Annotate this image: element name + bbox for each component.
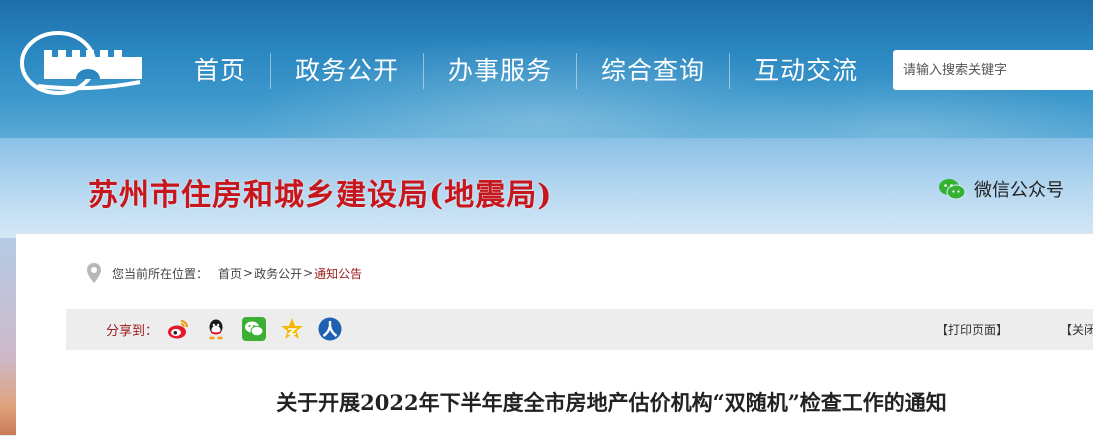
breadcrumb-separator: > <box>303 266 314 280</box>
nav-item-government-affairs[interactable]: 政务公开 <box>270 53 423 89</box>
qq-icon[interactable] <box>204 317 228 341</box>
breadcrumb: 您当前所在位置： 首页 > 政务公开 > 通知公告 <box>86 262 362 284</box>
close-page-link[interactable]: 【关闭 <box>1060 321 1093 338</box>
site-title: 苏州市住房和城乡建设局(地震局) <box>88 178 553 213</box>
share-icons <box>166 317 342 341</box>
nav-item-query[interactable]: 综合查询 <box>576 53 729 89</box>
main-nav: 首页 政务公开 办事服务 综合查询 互动交流 <box>170 50 882 92</box>
print-page-link[interactable]: 【打印页面】 <box>936 321 1008 338</box>
wechat-label: 微信公众号 <box>974 180 1064 201</box>
nav-item-services[interactable]: 办事服务 <box>423 53 576 89</box>
nav-item-home[interactable]: 首页 <box>170 53 270 89</box>
breadcrumb-item-home[interactable]: 首页 <box>218 265 242 282</box>
location-pin-icon <box>87 263 101 283</box>
wechat-icon <box>939 179 966 200</box>
breadcrumb-prefix: 您当前所在位置： <box>112 266 209 281</box>
breadcrumb-item-government-affairs[interactable]: 政务公开 <box>254 265 302 282</box>
share-toolbar: 分享到： 【打印页面】 【关闭 <box>66 309 1093 350</box>
weibo-icon[interactable] <box>166 317 190 341</box>
wechat-icon[interactable] <box>242 317 266 341</box>
article-title: 关于开展2022年下半年度全市房地产估价机构“双随机”检查工作的通知 <box>276 390 947 415</box>
breadcrumb-separator: > <box>243 266 254 280</box>
share-label: 分享到： <box>106 324 159 339</box>
site-logo-icon[interactable] <box>18 30 143 96</box>
wechat-official-account-link[interactable]: 微信公众号 <box>938 176 1064 202</box>
breadcrumb-item-notices[interactable]: 通知公告 <box>314 265 362 282</box>
renren-icon[interactable] <box>318 317 342 341</box>
nav-item-interaction[interactable]: 互动交流 <box>729 53 882 89</box>
search-input[interactable] <box>893 50 1093 90</box>
qzone-icon[interactable] <box>280 317 304 341</box>
